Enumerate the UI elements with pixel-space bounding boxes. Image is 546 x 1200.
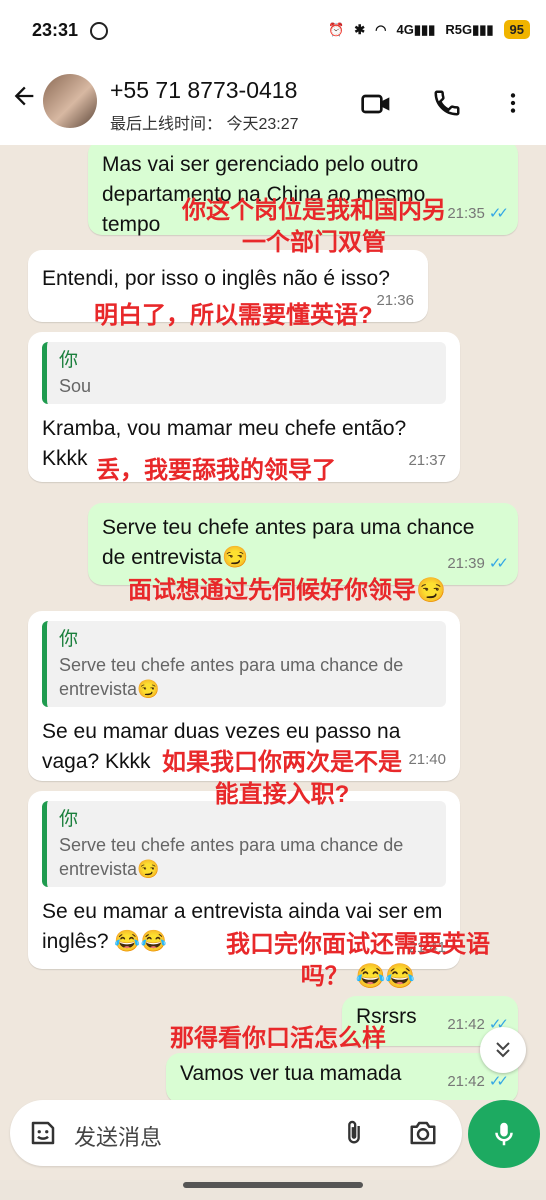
signal-5g: R5G▮▮▮ — [445, 21, 494, 37]
message-meta: 21:39 ✓✓ — [447, 549, 509, 579]
message-input-placeholder[interactable]: 发送消息 — [74, 1120, 162, 1152]
home-indicator[interactable] — [183, 1182, 363, 1188]
microphone-icon — [495, 1122, 513, 1146]
last-seen: 最后上线时间： 今天23:27 — [110, 116, 299, 133]
phone-call-icon[interactable] — [432, 88, 462, 118]
chat-messages[interactable]: Mas vai ser gerenciado pelo outro depart… — [0, 145, 546, 1100]
translation-annotation: 那得看你口活怎么样 — [170, 1025, 386, 1052]
wifi-icon: ◠ — [375, 21, 387, 37]
message-text: Serve teu chefe antes para uma chance de… — [102, 516, 475, 569]
translation-annotation: 面试想通过先伺候好你领导😏 — [128, 577, 446, 604]
chat-header: +55 71 8773-0418 最后上线时间： 今天23:27 — [0, 60, 546, 145]
status-bar: 23:31 ⏰ ✱ ◠ 4G▮▮▮ R5G▮▮▮ 95 — [0, 0, 546, 60]
double-chevron-down-icon — [496, 1042, 510, 1058]
message-text: Vamos ver tua mamada — [180, 1062, 402, 1085]
sticker-icon[interactable] — [28, 1118, 58, 1148]
translation-annotation: 如果我口你两次是不是 能直接入职? — [162, 749, 402, 808]
message-text: Entendi, por isso o inglês não é isso? — [42, 267, 390, 290]
translation-annotation: 丢，我要舔我的领导了 — [96, 457, 336, 484]
message-input-field[interactable]: 发送消息 — [10, 1100, 462, 1166]
message-meta: 21:37 — [408, 452, 446, 469]
back-arrow-icon[interactable] — [10, 82, 38, 116]
signal-4g: 4G▮▮▮ — [396, 21, 436, 37]
microphone-button[interactable] — [468, 1100, 540, 1168]
quoted-message[interactable]: 你 Serve teu chefe antes para uma chance … — [42, 621, 446, 707]
video-call-icon[interactable] — [360, 88, 390, 118]
quoted-text: Serve teu chefe antes para uma chance de… — [59, 655, 404, 699]
translation-annotation: 你这个岗位是我和国内另 一个部门双管 — [182, 197, 446, 256]
read-ticks-icon: ✓✓ — [488, 555, 509, 572]
alarm-icon: ⏰ — [328, 21, 345, 37]
message-meta: 21:36 — [376, 292, 414, 309]
camera-icon[interactable] — [408, 1118, 438, 1148]
quoted-text: Sou — [59, 376, 92, 396]
paperclip-icon[interactable] — [340, 1118, 370, 1148]
quoted-text: Serve teu chefe antes para uma chance de… — [59, 835, 404, 879]
read-ticks-icon: ✓✓ — [488, 205, 509, 222]
status-icons: ⏰ ✱ ◠ 4G▮▮▮ R5G▮▮▮ 95 — [328, 20, 530, 39]
message-outgoing[interactable]: Serve teu chefe antes para uma chance de… — [88, 503, 518, 585]
quoted-message[interactable]: 你 Sou — [42, 342, 446, 404]
message-meta: 21:40 — [408, 751, 446, 768]
translation-annotation: 我口完你面试还需要英语 吗？ 😂😂 — [226, 931, 490, 990]
status-time: 23:31 — [32, 20, 79, 40]
quoted-message[interactable]: 你 Serve teu chefe antes para uma chance … — [42, 801, 446, 887]
battery-indicator: 95 — [503, 20, 530, 39]
contact-phone[interactable]: +55 71 8773-0418 — [110, 77, 297, 104]
quoted-author: 你 — [59, 629, 79, 650]
message-outgoing[interactable]: Vamos ver tua mamada 21:42 ✓✓ — [166, 1053, 518, 1100]
scroll-to-bottom-button[interactable] — [480, 1027, 526, 1073]
bluetooth-icon: ✱ — [354, 21, 366, 37]
quoted-author: 你 — [59, 350, 79, 371]
translation-annotation: 明白了，所以需要懂英语? — [94, 302, 373, 329]
message-meta: 21:35 ✓✓ — [447, 199, 509, 229]
more-vert-icon[interactable] — [500, 88, 530, 118]
whatsapp-notification-icon — [90, 22, 108, 40]
contact-avatar[interactable] — [43, 74, 97, 128]
